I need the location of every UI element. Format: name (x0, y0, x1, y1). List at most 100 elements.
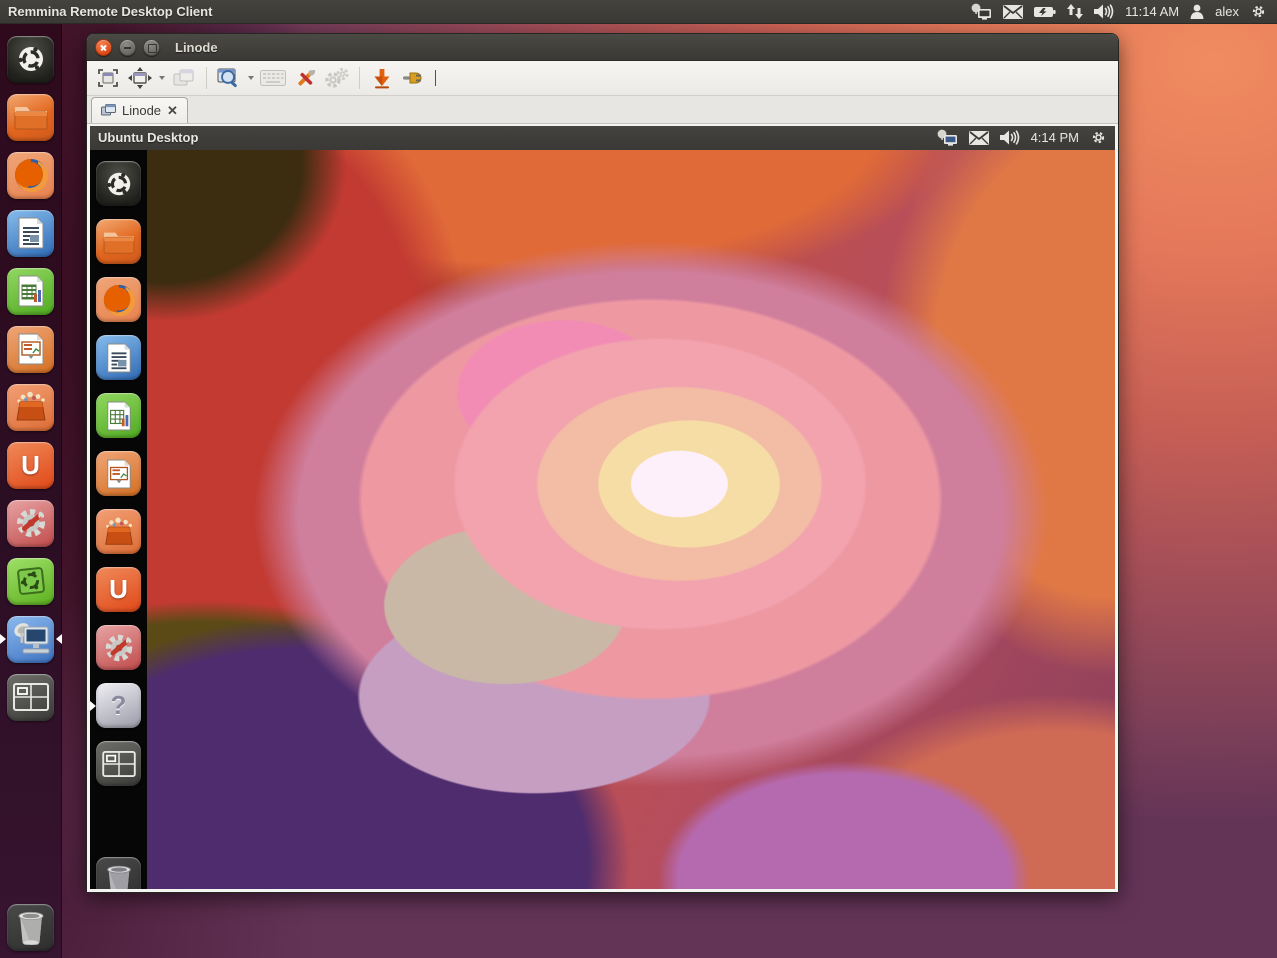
dash-home-icon (96, 161, 141, 206)
mail-indicator-icon[interactable] (969, 129, 989, 147)
toolbar-caret (435, 70, 436, 86)
ubuntu-one-letter: U (21, 450, 40, 481)
home-folder-icon (7, 94, 54, 141)
minimize-button[interactable] (119, 39, 136, 56)
remmina-icon (7, 616, 54, 663)
tab-label: Linode (122, 103, 161, 118)
firefox-icon (96, 277, 141, 322)
home-folder-icon (96, 219, 141, 264)
fit-window-button[interactable] (125, 64, 155, 92)
remote-launcher-item-unknown-window[interactable]: ? (90, 677, 147, 735)
user-menu[interactable]: alex (1215, 4, 1239, 19)
launcher-item-home-folder[interactable] (0, 88, 62, 146)
remote-active-app-title: Ubuntu Desktop (90, 130, 198, 145)
remote-launcher-item-trash[interactable] (90, 851, 147, 892)
system-settings-icon (7, 500, 54, 547)
user-icon (1190, 3, 1204, 21)
trash-icon (7, 904, 54, 951)
libreoffice-impress-icon (96, 451, 141, 496)
tab-linode[interactable]: Linode ✕ (91, 97, 188, 123)
remote-launcher-item-firefox[interactable] (90, 271, 147, 329)
launcher-item-dash-home[interactable] (0, 30, 62, 88)
remote-launcher-item-libreoffice-calc[interactable] (90, 387, 147, 445)
remote-desktop-body[interactable]: U ? (90, 150, 1115, 892)
ubuntu-software-center-icon (96, 509, 141, 554)
launcher-item-libreoffice-writer[interactable] (0, 204, 62, 262)
launcher-item-firefox[interactable] (0, 146, 62, 204)
libreoffice-calc-icon (7, 268, 54, 315)
remote-top-panel: Ubuntu Desktop 4:14 PM (90, 126, 1115, 150)
unknown-window-icon: ? (96, 683, 141, 728)
grab-keyboard-button[interactable] (258, 64, 288, 92)
remote-launcher-item-libreoffice-impress[interactable] (90, 445, 147, 503)
remote-launcher-item-ubuntu-software-center[interactable] (90, 503, 147, 561)
tools-button[interactable] (322, 64, 352, 92)
tab-close-icon[interactable]: ✕ (167, 104, 178, 117)
window-title: Linode (175, 40, 218, 55)
battery-indicator-icon[interactable] (1034, 3, 1056, 21)
remote-launcher-item-ubuntu-one[interactable]: U (90, 561, 147, 619)
libreoffice-writer-icon (7, 210, 54, 257)
remmina-window: Linode (86, 33, 1119, 893)
launcher-item-remmina[interactable] (0, 610, 62, 668)
dash-home-icon (7, 36, 54, 83)
toggle-fullscreen-button[interactable] (93, 64, 123, 92)
toolbar-separator (359, 67, 360, 89)
launcher-item-trash[interactable] (0, 898, 62, 956)
remote-wallpaper[interactable] (147, 150, 1115, 892)
launcher-item-ubuntu-one[interactable]: U (0, 436, 62, 494)
preferences-button[interactable] (290, 64, 320, 92)
remote-launcher-item-home-folder[interactable] (90, 213, 147, 271)
network-transfer-indicator-icon[interactable] (1067, 3, 1083, 21)
remote-unity-launcher: U ? (90, 150, 147, 892)
maximize-button[interactable] (143, 39, 160, 56)
launcher-item-software-updater[interactable] (0, 552, 62, 610)
focused-indicator-arrow (56, 634, 62, 644)
top-panel: Remmina Remote Desktop Client 11:14 AM a… (0, 0, 1277, 24)
launcher-item-libreoffice-calc[interactable] (0, 262, 62, 320)
launcher-item-workspace-switcher[interactable] (0, 668, 62, 726)
remote-launcher-item-libreoffice-writer[interactable] (90, 329, 147, 387)
disconnect-button[interactable] (399, 64, 429, 92)
duplicate-connection-button[interactable] (169, 64, 199, 92)
volume-indicator-icon[interactable] (1000, 129, 1020, 147)
scaled-mode-dropdown[interactable] (246, 64, 256, 92)
toolbar-separator (206, 67, 207, 89)
fit-window-dropdown[interactable] (157, 64, 167, 92)
remote-launcher-item-dash-home[interactable] (90, 155, 147, 213)
launcher-item-ubuntu-software-center[interactable] (0, 378, 62, 436)
mail-indicator-icon[interactable] (1003, 3, 1023, 21)
remote-desktop-indicator-icon[interactable] (970, 3, 992, 21)
ubuntu-software-center-icon (7, 384, 54, 431)
remote-launcher-spacer (90, 793, 147, 851)
libreoffice-writer-icon (96, 335, 141, 380)
libreoffice-calc-icon (96, 393, 141, 438)
launcher-item-libreoffice-impress[interactable] (0, 320, 62, 378)
workspace-switcher-icon (7, 674, 54, 721)
session-gear-icon[interactable] (1250, 3, 1267, 21)
remote-clock[interactable]: 4:14 PM (1031, 130, 1079, 145)
workspace-switcher-icon (96, 741, 141, 786)
screen: Remmina Remote Desktop Client 11:14 AM a… (0, 0, 1277, 958)
software-updater-icon (7, 558, 54, 605)
clock[interactable]: 11:14 AM (1125, 4, 1179, 19)
window-titlebar[interactable]: Linode (87, 34, 1118, 61)
minimize-to-tray-button[interactable] (367, 64, 397, 92)
remote-launcher-item-system-settings[interactable] (90, 619, 147, 677)
unity-launcher: U (0, 24, 62, 958)
remote-indicator-tray: 4:14 PM (936, 129, 1115, 147)
remote-desktop-indicator-icon[interactable] (936, 129, 958, 147)
indicator-tray: 11:14 AM alex (970, 3, 1277, 21)
launcher-item-system-settings[interactable] (0, 494, 62, 552)
remote-session-gear-icon[interactable] (1090, 129, 1107, 147)
close-button[interactable] (95, 39, 112, 56)
ubuntu-one-icon: U (7, 442, 54, 489)
volume-indicator-icon[interactable] (1094, 3, 1114, 21)
remote-launcher-item-workspace-switcher[interactable] (90, 735, 147, 793)
remote-desktop-view[interactable]: Ubuntu Desktop 4:14 PM (87, 124, 1118, 892)
running-indicator-arrow (0, 634, 6, 644)
firefox-icon (7, 152, 54, 199)
launcher-spacer (0, 726, 62, 898)
tab-bar: Linode ✕ (87, 96, 1118, 123)
toggle-scaled-mode-button[interactable] (214, 64, 244, 92)
